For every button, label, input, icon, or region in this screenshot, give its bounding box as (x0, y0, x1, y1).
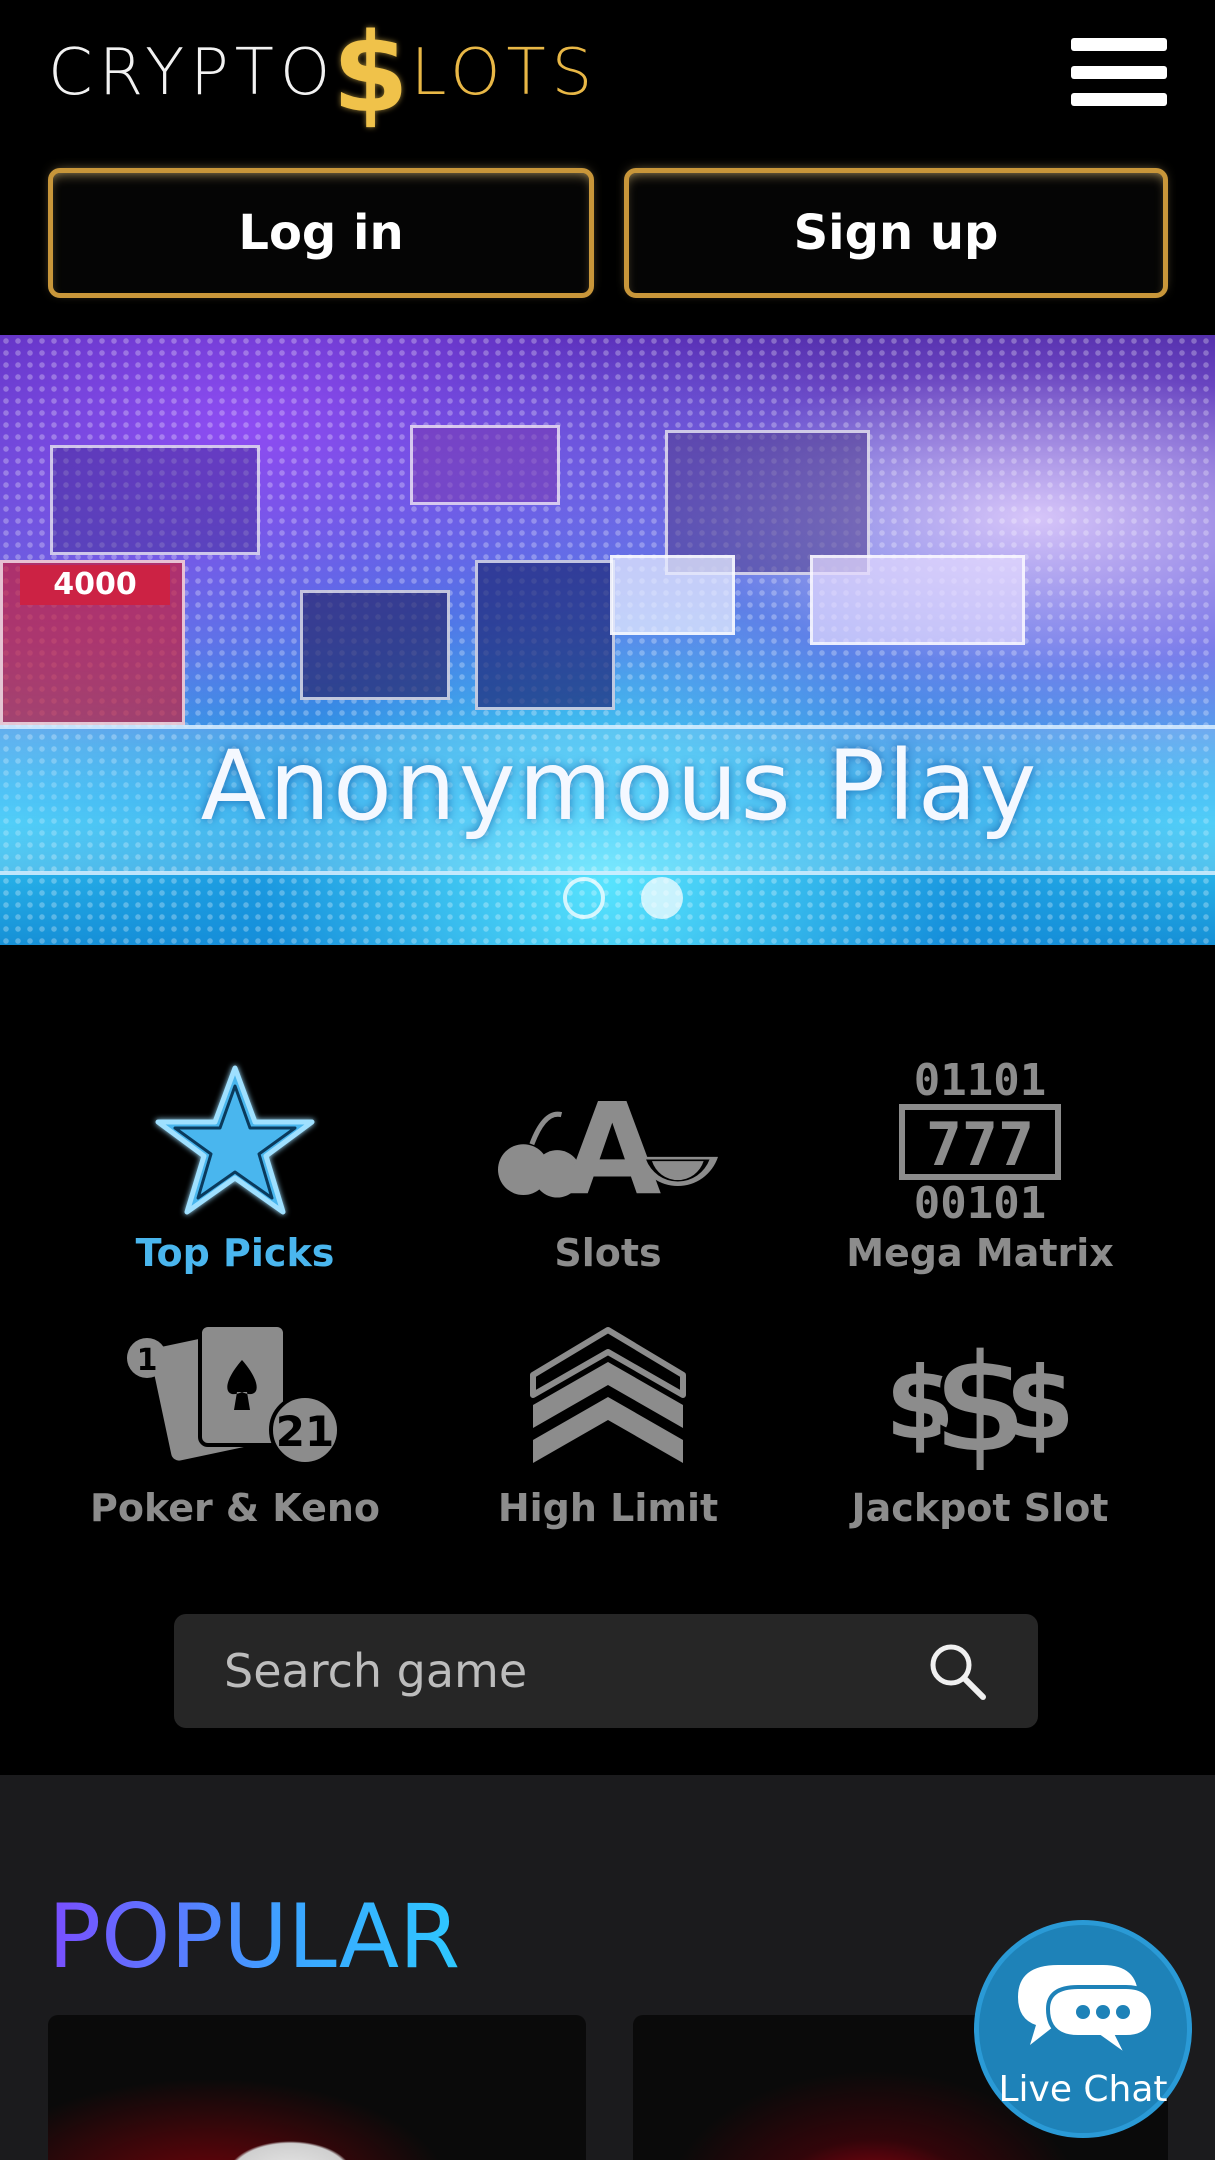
svg-text:A: A (563, 1075, 661, 1215)
star-icon (125, 1055, 345, 1225)
cards-chip-21: 21 (276, 1407, 334, 1456)
logo-part-crypto: CRYPTO (48, 35, 337, 110)
search-bar[interactable] (174, 1614, 1038, 1728)
svg-text:$: $ (1005, 1345, 1075, 1462)
category-top-picks[interactable]: Top Picks (45, 1045, 425, 1275)
popular-heading: POPULAR (48, 1885, 461, 1988)
game-card[interactable] (48, 2015, 586, 2160)
matrix-digits-top: 01101 (914, 1055, 1046, 1106)
hamburger-menu-icon[interactable] (1071, 38, 1167, 106)
hero-game-screenshot (50, 445, 260, 555)
menu-line (1071, 93, 1167, 106)
game-categories: Top Picks A Slots 01101 777 00101 Mega M… (0, 945, 1215, 1775)
category-label: High Limit (497, 1486, 719, 1530)
category-label: Poker & Keno (89, 1486, 381, 1530)
hero-amount-badge: 4000 (20, 565, 170, 605)
category-poker-keno[interactable]: 1 21 Poker & Keno (45, 1300, 425, 1530)
chevrons-icon (498, 1310, 718, 1480)
hero-carousel[interactable]: 4000 Anonymous Play (0, 335, 1215, 945)
menu-line (1071, 65, 1167, 79)
logo-text: CRYPTO $ LOTS (48, 18, 598, 128)
cards-chip-1: 1 (137, 1343, 158, 1378)
hero-game-screenshot (810, 555, 1025, 645)
logo-part-lots: LOTS (410, 35, 599, 110)
category-mega-matrix[interactable]: 01101 777 00101 Mega Matrix (790, 1045, 1170, 1275)
live-chat-button[interactable]: Live Chat (974, 1920, 1192, 2138)
carousel-dot-2[interactable] (640, 877, 683, 919)
hero-game-screenshot (300, 590, 450, 700)
hero-game-screenshot (475, 560, 615, 710)
hero-game-screenshot (410, 425, 560, 505)
hero-game-screenshot (610, 555, 735, 635)
cryptoslots-logo[interactable]: CRYPTO $ LOTS (48, 18, 628, 128)
menu-line (1071, 38, 1167, 51)
dollar-signs-icon: $ $ $ (870, 1310, 1090, 1480)
slots-fruit-icon: A (498, 1055, 718, 1225)
hero-title: Anonymous Play (200, 730, 1040, 842)
category-jackpot-slot[interactable]: $ $ $ Jackpot Slot (790, 1300, 1170, 1530)
search-icon[interactable] (926, 1640, 988, 1702)
login-button[interactable]: Log in (48, 168, 594, 298)
search-input[interactable] (224, 1644, 926, 1698)
category-slots[interactable]: A Slots (418, 1045, 798, 1275)
matrix-digits-mid: 777 (926, 1110, 1034, 1180)
live-chat-label: Live Chat (998, 2068, 1168, 2110)
category-high-limit[interactable]: High Limit (418, 1300, 798, 1530)
category-label: Slots (554, 1231, 662, 1275)
chat-bubbles-icon (1018, 1964, 1156, 2059)
signup-button[interactable]: Sign up (624, 168, 1168, 298)
category-label: Top Picks (135, 1231, 335, 1275)
carousel-pagination (0, 877, 1215, 919)
logo-dollar-s: $ (332, 8, 415, 137)
hero-game-screenshot (665, 430, 870, 575)
carousel-dot-1[interactable] (562, 877, 605, 919)
site-header: CRYPTO $ LOTS Log in Sign up (0, 0, 1215, 335)
category-label: Mega Matrix (846, 1231, 1114, 1275)
category-label: Jackpot Slot (851, 1486, 1109, 1530)
cards-icon: 1 21 (125, 1310, 345, 1480)
mega-matrix-icon: 01101 777 00101 (870, 1055, 1090, 1225)
matrix-digits-bottom: 00101 (914, 1178, 1046, 1225)
